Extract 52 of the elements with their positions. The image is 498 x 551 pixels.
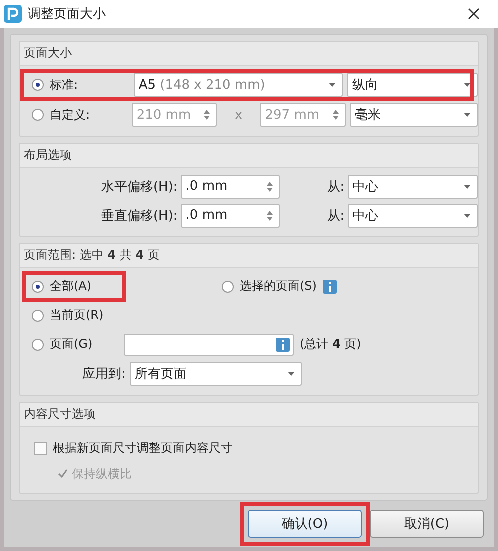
dropdown[interactable]: 中心	[348, 204, 478, 228]
dropdown-arrow-icon	[464, 113, 472, 117]
dropdown[interactable]: 毫米	[350, 103, 478, 127]
radio-button[interactable]	[32, 280, 44, 292]
radio-label: 选择的页面(S)	[240, 278, 317, 295]
radio-button[interactable]	[222, 280, 234, 292]
field-label: 水平偏移(H):	[100, 178, 179, 196]
radio-button[interactable]	[32, 79, 44, 91]
spinner-arrows-icon	[266, 182, 273, 192]
spinner-arrows-icon	[204, 110, 210, 120]
page-input-field[interactable]	[124, 334, 294, 356]
dropdown-arrow-icon	[464, 214, 471, 218]
dropdown-arrow-icon	[288, 372, 295, 376]
radio-label: 当前页(R)	[50, 307, 104, 324]
field-label: 从:	[326, 208, 346, 224]
dropdown[interactable]: 中心	[348, 174, 478, 198]
dropdown[interactable]: 所有页面	[130, 362, 302, 386]
info-icon	[276, 338, 290, 352]
app-logo-icon	[4, 5, 22, 23]
separator-label: x	[234, 108, 244, 122]
group-title: 页面范围: 选中 4 共 4 页	[20, 244, 478, 268]
radio-button[interactable]	[32, 338, 44, 350]
dropdown-arrow-icon	[464, 184, 471, 188]
dropdown[interactable]: 纵向	[347, 73, 478, 97]
field-label: 应用到:	[82, 366, 127, 383]
total-label: (总计 4 页)	[300, 336, 362, 353]
dialog-button[interactable]: 确认(O)	[248, 510, 362, 538]
radio-label: 全部(A)	[50, 278, 92, 295]
spinner-arrows-icon	[332, 110, 339, 120]
radio-button[interactable]	[32, 109, 44, 121]
spin-field[interactable]: .0 mm	[180, 174, 280, 198]
group-title: 页面大小	[20, 42, 478, 66]
spinner-arrows-icon	[266, 210, 273, 220]
checkbox-label: 保持纵横比	[72, 466, 132, 482]
dialog-button[interactable]: 取消(C)	[370, 510, 484, 538]
field-label: 从:	[326, 178, 346, 196]
close-icon	[468, 8, 480, 20]
checkbox[interactable]	[34, 442, 47, 454]
dropdown[interactable]: A5 (148 x 210 mm)	[134, 73, 344, 97]
group-title: 内容尺寸选项	[20, 403, 478, 427]
group-title: 布局选项	[20, 144, 478, 168]
field-label: 垂直偏移(H):	[100, 208, 179, 224]
radio-button[interactable]	[32, 310, 44, 322]
dropdown-arrow-icon	[464, 83, 471, 87]
spin-field[interactable]: .0 mm	[180, 204, 280, 228]
radio-label: 标准:	[50, 76, 78, 94]
radio-label: 页面(G)	[50, 336, 93, 353]
info-icon	[322, 280, 337, 294]
checkbox-label: 根据新页面尺寸调整页面内容尺寸	[53, 440, 233, 456]
dropdown-arrow-icon	[329, 83, 336, 87]
radio-label: 自定义:	[50, 106, 90, 124]
window-title: 调整页面大小	[28, 6, 107, 23]
